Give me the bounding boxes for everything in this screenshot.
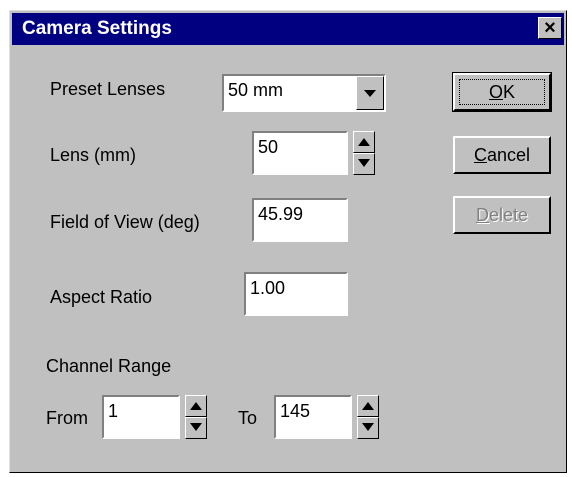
from-spinner[interactable] xyxy=(185,395,207,439)
to-value: 145 xyxy=(280,401,311,421)
from-input[interactable]: 1 xyxy=(102,395,180,439)
cancel-label: ancel xyxy=(486,145,531,165)
lens-input[interactable]: 50 xyxy=(252,131,348,175)
focus-rect xyxy=(459,79,545,105)
cancel-accel: C xyxy=(473,145,487,165)
preset-lenses-value: 50 mm xyxy=(228,80,284,100)
to-input[interactable]: 145 xyxy=(274,395,352,439)
aspect-ratio-input[interactable]: 1.00 xyxy=(244,272,348,316)
lens-label: Lens (mm) xyxy=(50,145,137,165)
dropdown-button[interactable] xyxy=(356,76,384,110)
arrow-down-icon xyxy=(362,423,374,431)
close-button[interactable]: × xyxy=(538,17,562,39)
field-of-view-input[interactable]: 45.99 xyxy=(252,198,348,242)
window-title: Camera Settings xyxy=(22,18,172,39)
arrow-up-icon xyxy=(362,402,374,410)
lens-spin-down[interactable] xyxy=(353,153,375,175)
preset-lenses-label: Preset Lenses xyxy=(50,79,166,99)
to-spin-up[interactable] xyxy=(357,395,379,417)
arrow-up-icon xyxy=(358,138,370,146)
arrow-down-icon xyxy=(190,423,202,431)
delete-label: elete xyxy=(488,205,529,225)
from-label: From xyxy=(46,408,88,428)
to-spin-down[interactable] xyxy=(357,417,379,439)
chevron-down-icon xyxy=(364,90,376,97)
lens-spin-up[interactable] xyxy=(353,131,375,153)
close-icon: × xyxy=(544,17,556,39)
arrow-down-icon xyxy=(358,159,370,167)
from-spin-down[interactable] xyxy=(185,417,207,439)
from-value: 1 xyxy=(108,401,119,421)
to-label: To xyxy=(238,408,258,428)
channel-range-label: Channel Range xyxy=(46,356,172,376)
delete-accel: D xyxy=(475,205,489,225)
lens-spinner[interactable] xyxy=(353,131,375,175)
delete-button[interactable]: Delete xyxy=(453,196,551,234)
field-of-view-label: Field of View (deg) xyxy=(50,212,200,232)
ok-button[interactable]: OK xyxy=(452,72,552,112)
title-bar[interactable]: Camera Settings × xyxy=(12,13,564,45)
arrow-up-icon xyxy=(190,402,202,410)
lens-value: 50 xyxy=(258,137,279,157)
preset-lenses-select[interactable]: 50 mm xyxy=(222,74,386,112)
aspect-ratio-value: 1.00 xyxy=(250,278,286,298)
to-spinner[interactable] xyxy=(357,395,379,439)
field-of-view-value: 45.99 xyxy=(258,204,304,224)
cancel-button[interactable]: Cancel xyxy=(453,136,551,174)
from-spin-up[interactable] xyxy=(185,395,207,417)
aspect-ratio-label: Aspect Ratio xyxy=(50,287,153,307)
